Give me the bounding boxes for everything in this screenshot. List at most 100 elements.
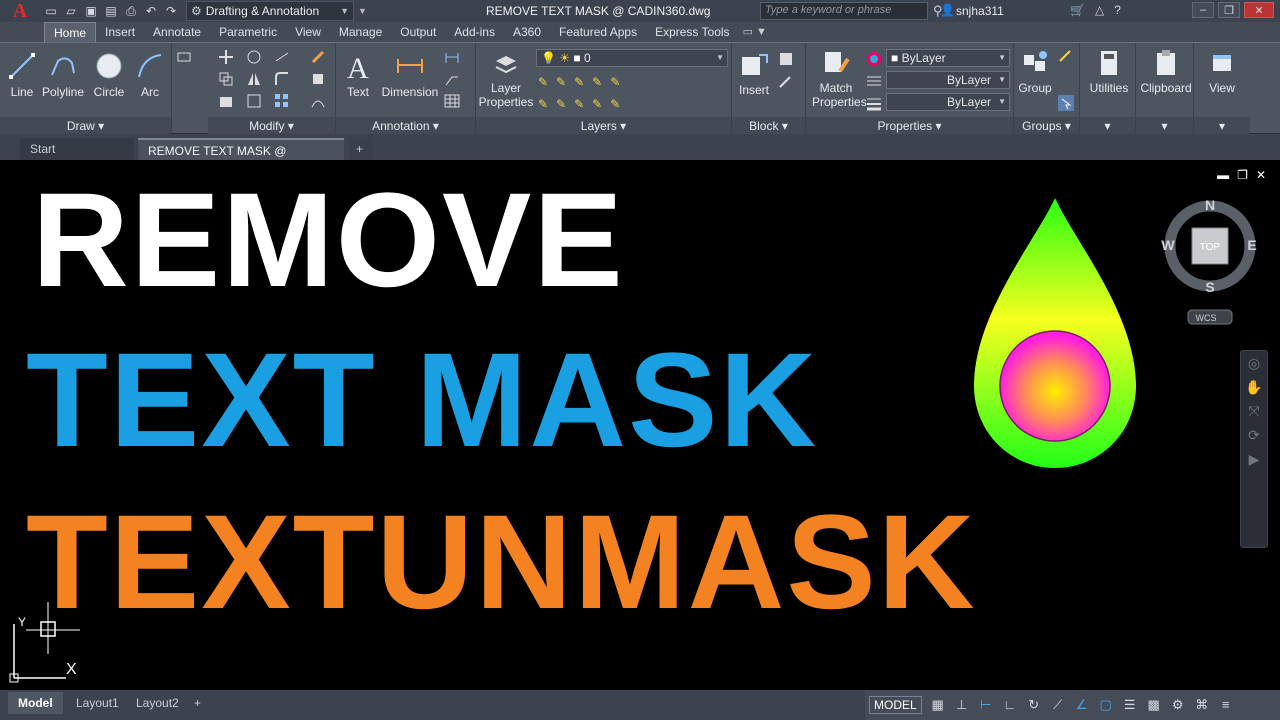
tab-parametric[interactable]: Parametric	[210, 22, 286, 42]
create-block-icon[interactable]	[778, 51, 794, 67]
restore-icon[interactable]: ❐	[1237, 168, 1248, 182]
compass-east[interactable]: E	[1247, 237, 1256, 253]
copy-icon[interactable]	[218, 71, 234, 87]
leader-icon[interactable]	[444, 71, 460, 87]
insert-button[interactable]: Insert	[734, 51, 774, 97]
utilities-button[interactable]: Utilities	[1084, 49, 1134, 95]
layer-tools-row-2[interactable]: ✎✎✎✎✎	[538, 97, 628, 111]
undo-icon[interactable]: ↶	[144, 4, 158, 18]
model-space-button[interactable]: MODEL	[869, 696, 922, 714]
polyline-button[interactable]: Polyline	[40, 51, 86, 99]
layers-panel-title[interactable]: Layers ▾	[476, 117, 731, 135]
modify-panel-title[interactable]: Modify ▾	[208, 117, 335, 135]
text-button[interactable]: A Text	[340, 51, 376, 99]
line-button[interactable]: Line	[4, 51, 40, 99]
layer-dropdown[interactable]: 💡 ☀ ■ 0 ▼	[536, 49, 728, 67]
transparency-icon[interactable]: ▩	[1146, 697, 1162, 713]
fillet-icon[interactable]	[274, 71, 290, 87]
current-file-tab[interactable]: REMOVE TEXT MASK @ CADIN360 ✕	[138, 138, 344, 180]
draw-panel-title[interactable]: Draw ▾	[0, 117, 171, 135]
mirror-icon[interactable]	[246, 71, 262, 87]
offset-icon[interactable]	[310, 93, 326, 109]
layout2-tab[interactable]: Layout2	[126, 692, 189, 714]
canvas-text-text-mask[interactable]: TEXT MASK	[26, 324, 818, 477]
snap-icon[interactable]: ⊥	[954, 697, 970, 713]
start-tab[interactable]: Start	[20, 138, 134, 160]
pan-icon[interactable]: ✋	[1241, 375, 1267, 399]
open-icon[interactable]: ▱	[64, 4, 78, 18]
groups-panel-title[interactable]: Groups ▾	[1014, 117, 1079, 135]
workspace-switcher[interactable]: ⚙ Drafting & Annotation ▼	[186, 1, 354, 21]
isometric-icon[interactable]: ⟋	[1050, 697, 1066, 713]
user-name[interactable]: snjha311	[956, 4, 1004, 18]
zoom-extents-icon[interactable]: ⤧	[1241, 399, 1267, 423]
add-layout-icon[interactable]: +	[188, 692, 207, 714]
minimize-icon[interactable]: ▬	[1217, 168, 1229, 182]
plot-icon[interactable]: ⎙	[124, 4, 138, 18]
steering-wheel-icon[interactable]: ◎	[1241, 351, 1267, 375]
linetype-dropdown[interactable]: ByLayer ▼	[886, 71, 1010, 89]
help-icon[interactable]: ?	[1114, 3, 1121, 17]
array-icon[interactable]	[274, 93, 290, 109]
layer-properties-button[interactable]: Layer Properties	[478, 51, 534, 109]
clean-screen-icon[interactable]: ⌘	[1194, 697, 1210, 713]
close-icon[interactable]: ✕	[1256, 168, 1266, 182]
compass-south[interactable]: S	[1205, 279, 1214, 295]
tab-output[interactable]: Output	[391, 22, 445, 42]
block-panel-title[interactable]: Block ▾	[732, 117, 805, 135]
ungroup-icon[interactable]	[1058, 49, 1074, 65]
tab-annotate[interactable]: Annotate	[144, 22, 210, 42]
arc-button[interactable]: Arc	[132, 51, 168, 99]
canvas-text-textunmask[interactable]: TEXTUNMASK	[26, 486, 977, 639]
group-button[interactable]: Group	[1016, 49, 1054, 95]
rectangle-icon[interactable]	[176, 49, 192, 65]
redo-icon[interactable]: ↷	[164, 4, 178, 18]
save-as-icon[interactable]: ▤	[104, 4, 118, 18]
object-snap-icon[interactable]: ▢	[1098, 697, 1114, 713]
infer-constraints-icon[interactable]: ⊢	[978, 697, 994, 713]
drawing-canvas[interactable]: REMOVE TEXT MASK TEXTUNMASK ▬ ❐ ✕ TOP N …	[0, 160, 1280, 690]
tab-a360[interactable]: A360	[504, 22, 550, 42]
annotation-panel-title[interactable]: Annotation ▾	[336, 117, 475, 135]
layer-tools-row-1[interactable]: ✎✎✎✎✎	[538, 75, 628, 89]
move-icon[interactable]	[218, 49, 234, 65]
clipboard-button[interactable]: Clipboard	[1138, 49, 1194, 95]
ribbon-options-icon[interactable]: ▭ ▼	[743, 22, 767, 42]
scale-icon[interactable]	[246, 93, 262, 109]
customize-qat-icon[interactable]: ▼	[358, 6, 370, 16]
settings-gear-icon[interactable]: ⚙	[1170, 697, 1186, 713]
object-snap-tracking-icon[interactable]: ∠	[1074, 697, 1090, 713]
customization-menu-icon[interactable]: ≡	[1218, 697, 1234, 713]
exchange-icon[interactable]: △	[1095, 3, 1104, 17]
viewcube[interactable]: TOP N S W E WCS	[1158, 194, 1262, 330]
circle-button[interactable]: Circle	[90, 51, 128, 99]
new-icon[interactable]: ▭	[44, 4, 58, 18]
tab-express-tools[interactable]: Express Tools	[646, 22, 738, 42]
canvas-text-remove[interactable]: REMOVE	[32, 164, 625, 317]
explode-icon[interactable]	[310, 71, 326, 87]
properties-panel-title[interactable]: Properties ▾	[806, 117, 1013, 135]
application-menu-button[interactable]: A	[0, 0, 40, 22]
trim-icon[interactable]	[274, 49, 290, 65]
orbit-icon[interactable]: ⟳	[1241, 423, 1267, 447]
teardrop-hatch-drawing[interactable]	[970, 196, 1142, 472]
tab-home[interactable]: Home	[44, 22, 97, 42]
view-expand[interactable]: ▾	[1194, 117, 1250, 135]
edit-block-icon[interactable]	[778, 73, 794, 89]
showmotion-icon[interactable]: ▶	[1241, 447, 1267, 471]
polar-tracking-icon[interactable]: ↻	[1026, 697, 1042, 713]
compass-west[interactable]: W	[1161, 237, 1175, 253]
tab-manage[interactable]: Manage	[330, 22, 391, 42]
dimension-button[interactable]: Dimension	[380, 51, 440, 99]
ortho-icon[interactable]: ∟	[1002, 697, 1018, 713]
tab-insert[interactable]: Insert	[96, 22, 144, 42]
model-tab[interactable]: Model	[8, 692, 63, 714]
save-icon[interactable]: ▣	[84, 4, 98, 18]
cart-icon[interactable]: 🛒	[1070, 3, 1085, 17]
match-properties-button[interactable]: Match Properties	[812, 49, 867, 109]
stretch-icon[interactable]	[218, 93, 234, 109]
grid-icon[interactable]: ▦	[930, 697, 946, 713]
lineweight-dropdown[interactable]: ByLayer ▼	[886, 93, 1010, 111]
linear-dimension-icon[interactable]	[444, 49, 460, 65]
clipboard-expand[interactable]: ▾	[1136, 117, 1193, 135]
